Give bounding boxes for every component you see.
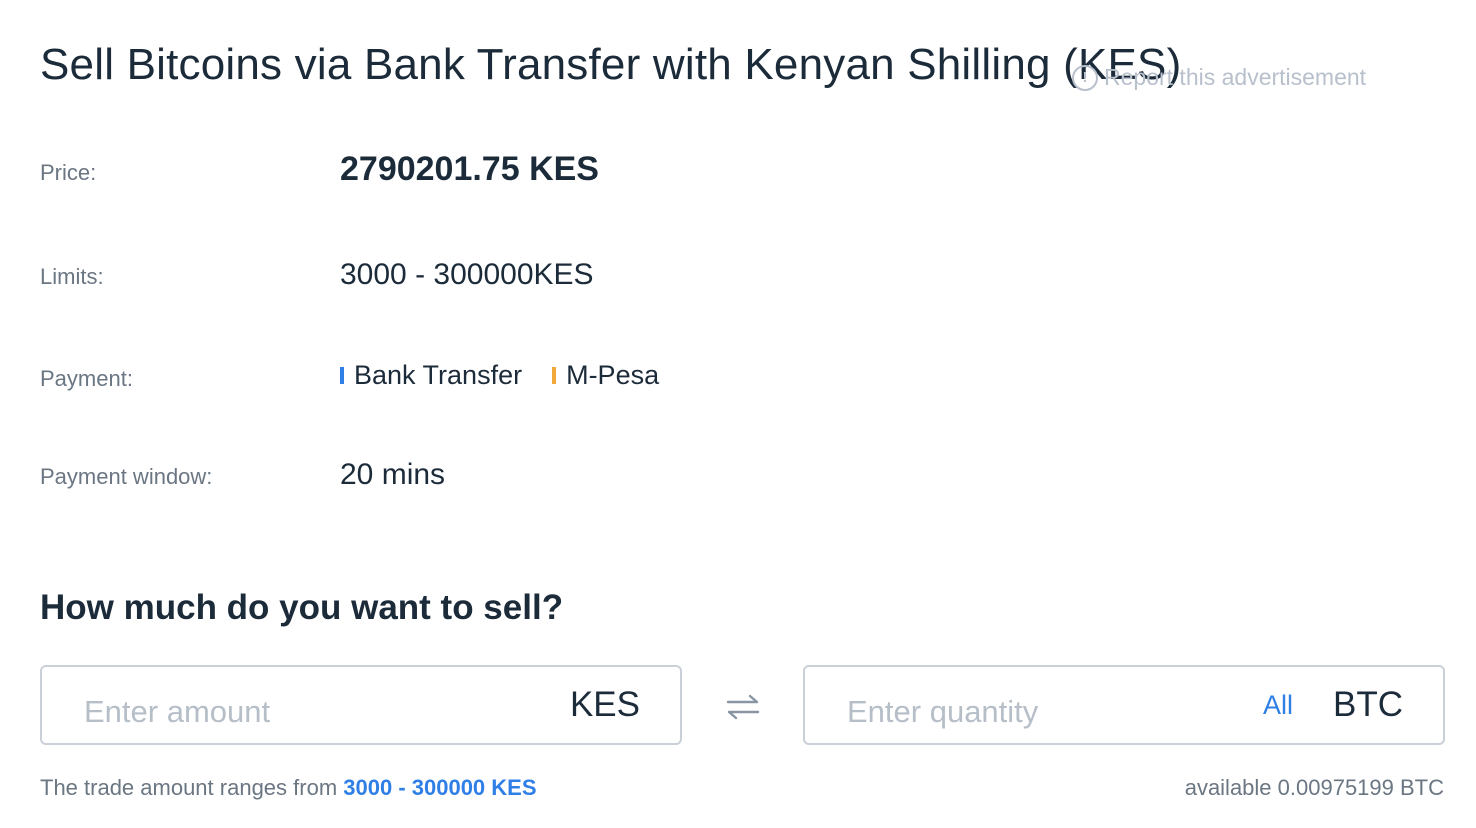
- report-ad-link[interactable]: ! Report this advertisement: [1072, 64, 1366, 91]
- trade-range-prefix: The trade amount ranges from: [40, 775, 344, 800]
- payment-method-mpesa: M-Pesa: [552, 360, 659, 391]
- page-title: Sell Bitcoins via Bank Transfer with Ken…: [40, 40, 1182, 89]
- bank-transfer-color-bar: [340, 367, 344, 384]
- swap-arrows-svg: [726, 694, 760, 720]
- report-ad-label: Report this advertisement: [1104, 64, 1367, 90]
- amount-input[interactable]: [42, 667, 570, 743]
- sell-heading: How much do you want to sell?: [40, 588, 564, 627]
- info-icon: !: [1072, 64, 1098, 91]
- swap-arrows-icon[interactable]: [724, 690, 762, 724]
- payment-method-bank-transfer: Bank Transfer: [340, 360, 522, 391]
- quantity-field: All BTC: [803, 665, 1445, 745]
- sell-ad-page: Sell Bitcoins via Bank Transfer with Ken…: [0, 0, 1476, 828]
- trade-range-value: 3000 - 300000 KES: [343, 775, 537, 800]
- payment-label: Payment:: [40, 366, 133, 391]
- payment-window-label: Payment window:: [40, 464, 213, 489]
- payment-window-value: 20 mins: [340, 458, 446, 491]
- quantity-currency: BTC: [1333, 685, 1403, 724]
- available-balance: available 0.00975199 BTC: [1184, 775, 1444, 800]
- payment-method-label: Bank Transfer: [354, 360, 523, 390]
- payment-methods: Bank Transfer M-Pesa: [340, 360, 659, 391]
- price-label: Price:: [40, 160, 97, 185]
- trade-range-hint: The trade amount ranges from 3000 - 3000…: [40, 775, 537, 801]
- limits-label: Limits:: [40, 264, 104, 289]
- payment-method-label: M-Pesa: [566, 360, 660, 390]
- amount-field: KES: [40, 665, 682, 745]
- price-value: 2790201.75 KES: [340, 150, 599, 188]
- limits-value: 3000 - 300000KES: [340, 258, 594, 291]
- quantity-input[interactable]: [805, 667, 1263, 743]
- amount-currency: KES: [569, 685, 640, 724]
- mpesa-color-bar: [552, 367, 557, 384]
- all-button[interactable]: All: [1263, 690, 1293, 721]
